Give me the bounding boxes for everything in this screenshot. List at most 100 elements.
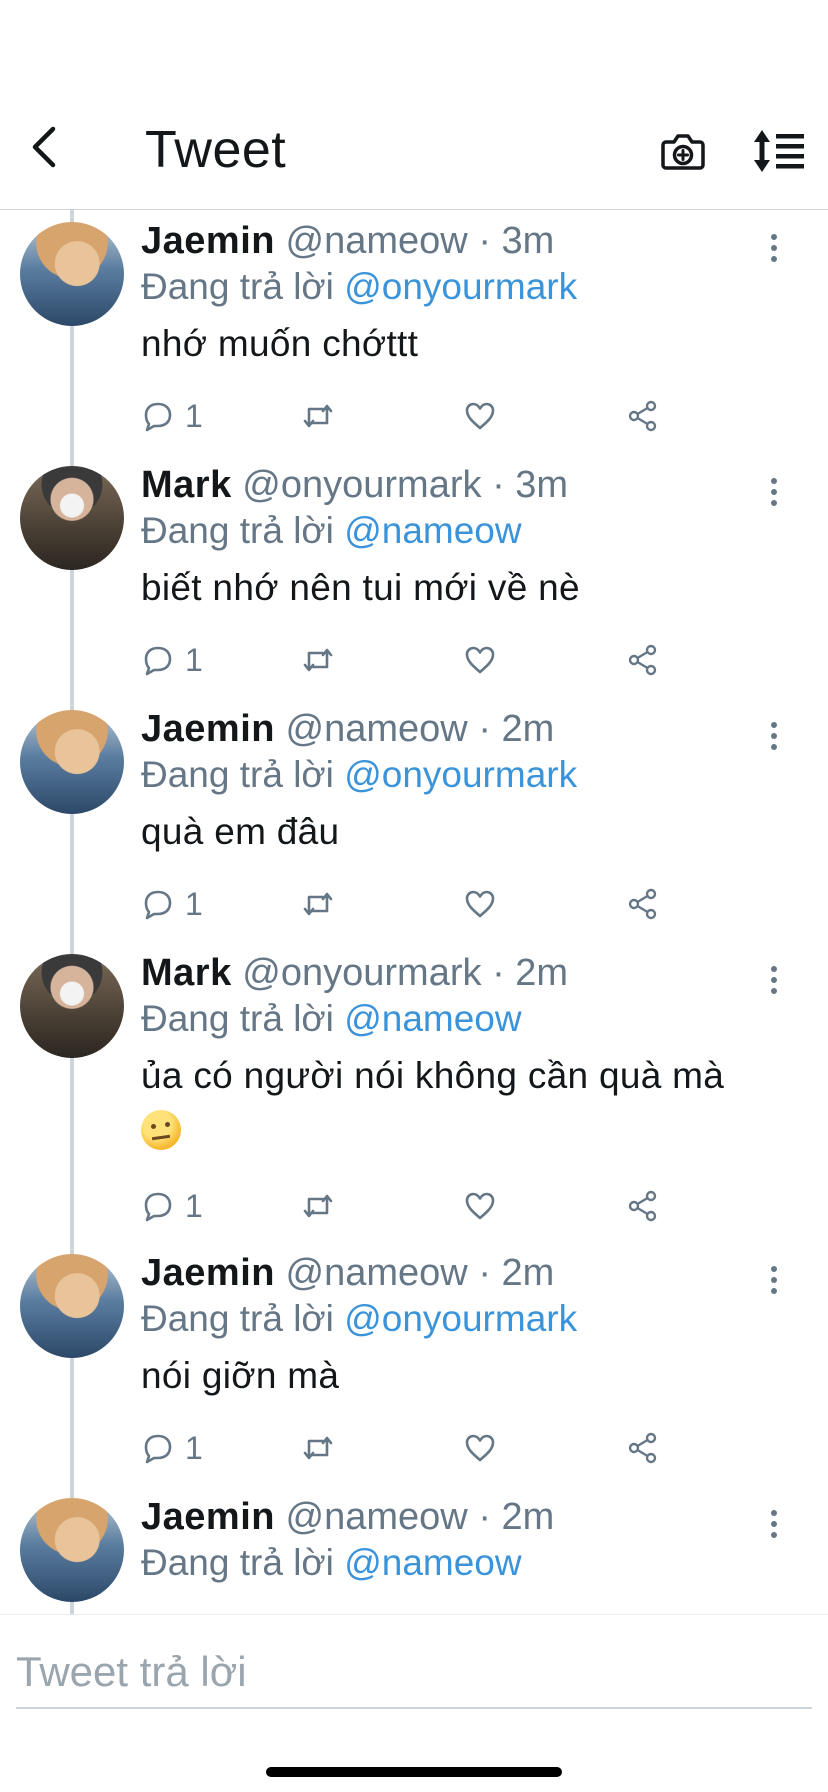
replying-label: Đang trả lời bbox=[141, 754, 334, 795]
share-icon bbox=[628, 1432, 657, 1464]
camera-plus-icon bbox=[661, 134, 705, 170]
replying-label: Đang trả lời bbox=[141, 998, 334, 1039]
more-options-button[interactable] bbox=[760, 960, 788, 1000]
tweet-actions: 1 bbox=[141, 1186, 681, 1226]
top-bar: Tweet bbox=[0, 0, 828, 210]
tweet-header: Jaemin @nameow · 2m bbox=[141, 1250, 554, 1296]
mention-link[interactable]: @nameow bbox=[344, 510, 521, 551]
reply-button[interactable]: 1 bbox=[141, 1428, 203, 1468]
avatar[interactable] bbox=[20, 222, 124, 326]
tweet-item[interactable]: Jaemin @nameow · 3m Đang trả lời @onyour… bbox=[0, 210, 828, 454]
tweet-item[interactable]: Jaemin @nameow · 2m Đang trả lời @nameow bbox=[0, 1486, 828, 1614]
share-button[interactable] bbox=[626, 1428, 660, 1468]
reply-button[interactable]: 1 bbox=[141, 396, 203, 436]
sort-list-icon bbox=[754, 130, 804, 172]
mention-link[interactable]: @nameow bbox=[344, 998, 521, 1039]
share-button[interactable] bbox=[626, 1186, 660, 1226]
camera-button[interactable] bbox=[660, 128, 706, 174]
retweet-button[interactable] bbox=[301, 396, 335, 436]
like-button[interactable] bbox=[463, 396, 497, 436]
share-button[interactable] bbox=[626, 640, 660, 680]
share-button[interactable] bbox=[626, 396, 660, 436]
tweet-header: Jaemin @nameow · 3m bbox=[141, 218, 554, 264]
author-name[interactable]: Jaemin bbox=[141, 1252, 275, 1294]
reply-button[interactable]: 1 bbox=[141, 640, 203, 680]
avatar[interactable] bbox=[20, 710, 124, 814]
separator-dot: · bbox=[478, 220, 491, 262]
more-options-button[interactable] bbox=[760, 228, 788, 268]
avatar[interactable] bbox=[20, 954, 124, 1058]
more-options-button[interactable] bbox=[760, 716, 788, 756]
reply-count: 1 bbox=[185, 885, 203, 922]
retweet-icon bbox=[303, 1436, 333, 1460]
author-name[interactable]: Jaemin bbox=[141, 220, 275, 262]
avatar[interactable] bbox=[20, 1254, 124, 1358]
reply-thread[interactable]: Jaemin @nameow · 3m Đang trả lời @onyour… bbox=[0, 210, 828, 1614]
home-indicator[interactable] bbox=[266, 1767, 562, 1777]
timestamp: 2m bbox=[501, 1252, 555, 1294]
share-button[interactable] bbox=[626, 884, 660, 924]
tweet-actions: 1 bbox=[141, 396, 681, 436]
reply-bar bbox=[0, 1614, 828, 1792]
like-button[interactable] bbox=[463, 884, 497, 924]
more-options-button[interactable] bbox=[760, 472, 788, 512]
tweet-text-content: ủa có người nói không cần quà mà bbox=[141, 1055, 725, 1096]
mention-link[interactable]: @nameow bbox=[344, 1542, 521, 1583]
retweet-icon bbox=[303, 404, 333, 428]
timestamp: 2m bbox=[501, 1496, 555, 1538]
reply-icon bbox=[144, 1192, 172, 1222]
separator-dot: · bbox=[492, 464, 505, 506]
reply-input[interactable] bbox=[16, 1637, 812, 1709]
tweet-text: ủa có người nói không cần quà mà bbox=[141, 1050, 781, 1154]
mention-link[interactable]: @onyourmark bbox=[344, 266, 577, 307]
replying-label: Đang trả lời bbox=[141, 510, 334, 551]
author-handle: @onyourmark bbox=[242, 464, 482, 506]
retweet-button[interactable] bbox=[301, 1186, 335, 1226]
replying-to: Đang trả lời @onyourmark bbox=[141, 264, 577, 310]
reply-icon bbox=[144, 402, 172, 432]
author-handle: @nameow bbox=[285, 1252, 468, 1294]
author-name[interactable]: Mark bbox=[141, 952, 232, 994]
author-name[interactable]: Jaemin bbox=[141, 1496, 275, 1538]
replying-label: Đang trả lời bbox=[141, 1542, 334, 1583]
share-icon bbox=[628, 888, 657, 920]
mention-link[interactable]: @onyourmark bbox=[344, 754, 577, 795]
like-button[interactable] bbox=[463, 1428, 497, 1468]
more-options-button[interactable] bbox=[760, 1504, 788, 1544]
replying-to: Đang trả lời @nameow bbox=[141, 508, 522, 554]
author-name[interactable]: Mark bbox=[141, 464, 232, 506]
heart-icon bbox=[465, 890, 495, 918]
author-handle: @nameow bbox=[285, 708, 468, 750]
author-handle: @onyourmark bbox=[242, 952, 482, 994]
tweet-actions: 1 bbox=[141, 640, 681, 680]
author-name[interactable]: Jaemin bbox=[141, 708, 275, 750]
heart-icon bbox=[465, 646, 495, 674]
tweet-text: nhớ muốn chớttt bbox=[141, 323, 419, 364]
sort-button[interactable] bbox=[752, 128, 806, 174]
reply-button[interactable]: 1 bbox=[141, 1186, 203, 1226]
tweet-header: Jaemin @nameow · 2m bbox=[141, 1494, 554, 1540]
timestamp: 2m bbox=[515, 952, 569, 994]
tweet-item[interactable]: Jaemin @nameow · 2m Đang trả lời @onyour… bbox=[0, 1242, 828, 1486]
reply-button[interactable]: 1 bbox=[141, 884, 203, 924]
tweet-item[interactable]: Mark @onyourmark · 2m Đang trả lời @name… bbox=[0, 942, 828, 1242]
mention-link[interactable]: @onyourmark bbox=[344, 1298, 577, 1339]
replying-to: Đang trả lời @nameow bbox=[141, 996, 522, 1042]
retweet-icon bbox=[303, 892, 333, 916]
timestamp: 2m bbox=[501, 708, 555, 750]
replying-to: Đang trả lời @nameow bbox=[141, 1540, 522, 1586]
retweet-button[interactable] bbox=[301, 640, 335, 680]
raised-eyebrow-emoji bbox=[141, 1110, 181, 1151]
avatar[interactable] bbox=[20, 1498, 124, 1602]
retweet-button[interactable] bbox=[301, 1428, 335, 1468]
tweet-item[interactable]: Jaemin @nameow · 2m Đang trả lời @onyour… bbox=[0, 698, 828, 942]
like-button[interactable] bbox=[463, 1186, 497, 1226]
like-button[interactable] bbox=[463, 640, 497, 680]
tweet-item[interactable]: Mark @onyourmark · 3m Đang trả lời @name… bbox=[0, 454, 828, 698]
avatar[interactable] bbox=[20, 466, 124, 570]
timestamp: 3m bbox=[515, 464, 569, 506]
back-button[interactable] bbox=[24, 122, 64, 172]
retweet-icon bbox=[303, 1194, 333, 1218]
retweet-button[interactable] bbox=[301, 884, 335, 924]
more-options-button[interactable] bbox=[760, 1260, 788, 1300]
